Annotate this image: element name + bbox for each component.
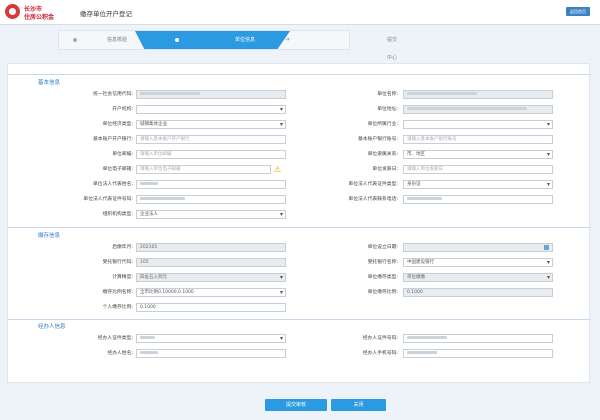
bank-code-field: 105: [136, 258, 286, 267]
label-legal-id-type: 单位法人代表证件类型:: [348, 182, 398, 187]
progress-steps: 信息校验 单位信息 ➜ 提交中心审核: [58, 30, 397, 79]
bank-name-select[interactable]: 中国建设银行: [403, 258, 553, 267]
agent-name-input[interactable]: [136, 349, 286, 358]
step-unit-info: 单位信息: [135, 31, 290, 49]
label-start-month: 启缴年月:: [112, 245, 133, 250]
label-basic-acct: 基本账户银行账号:: [358, 137, 398, 142]
calendar-icon[interactable]: [544, 245, 549, 250]
label-legal-id-no: 单位法人代表证件号码:: [83, 197, 133, 202]
label-bank-name: 受托银行名称:: [367, 260, 398, 265]
form-card: 基本信息 统一社会信用代码: 单位名称: 开户机构: 单位地址: 单位经济类型:…: [7, 63, 591, 383]
masked-value: [140, 197, 185, 200]
masked-value: [407, 351, 437, 354]
label-zip: 单位邮编:: [112, 152, 133, 157]
masked-value: [407, 92, 477, 95]
label-credit-code: 统一社会信用代码:: [93, 92, 133, 97]
personal-ratio-field: 0.1000: [136, 303, 286, 312]
unit-name-field: [403, 90, 553, 99]
label-deposit-type: 单位缴存类型:: [367, 275, 398, 280]
return-home-button[interactable]: 返回首页: [566, 7, 590, 16]
email-input[interactable]: 请输入单位电子邮箱: [136, 165, 271, 174]
label-address: 单位地址:: [377, 107, 398, 112]
legal-phone-input[interactable]: [403, 195, 553, 204]
label-setup-date: 单位设立日期:: [367, 245, 398, 250]
masked-value: [407, 336, 447, 339]
industry-select[interactable]: [403, 120, 553, 129]
legal-name-input[interactable]: [136, 180, 286, 189]
section-title-agent: 经办人信息: [38, 324, 66, 330]
label-agent-id-no: 经办人证件号码:: [362, 336, 398, 341]
label-org-type: 组织机构类型:: [102, 212, 133, 217]
precision-select[interactable]: 四舍五入到元: [136, 273, 286, 282]
agent-id-no-input[interactable]: [403, 334, 553, 343]
affiliation-select[interactable]: 市、地区: [403, 150, 553, 159]
label-ratio: 缴存比例名称:: [102, 290, 133, 295]
label-industry: 单位所属行业:: [367, 122, 398, 127]
org-type-select[interactable]: 企业法人: [136, 210, 286, 219]
basic-acct-input[interactable]: 请输入基本账户银行账号: [403, 135, 553, 144]
masked-value: [140, 351, 158, 354]
label-agent-id-type: 经办人证件类型:: [97, 336, 133, 341]
unit-ratio-field: 0.1000: [403, 288, 553, 297]
label-personal-ratio: 个人缴存比例:: [102, 305, 133, 310]
masked-value: [140, 336, 155, 339]
step-verify: 信息校验: [59, 31, 141, 49]
logo-icon: [5, 4, 20, 19]
deposit-type-select[interactable]: 单位缴缴: [403, 273, 553, 282]
label-bank: 开户机构:: [112, 107, 133, 112]
label-legal-name: 单位法人代表姓名:: [93, 182, 133, 187]
step-submit-review: 提交中心审核: [309, 31, 399, 79]
label-email: 单位电子邮箱:: [102, 167, 133, 172]
label-affiliation: 单位隶属关系:: [367, 152, 398, 157]
masked-value: [140, 92, 200, 95]
label-agent-phone: 经办人手机号码:: [362, 351, 398, 356]
step-dot-icon: [175, 38, 179, 42]
zip-input[interactable]: 请输入单位邮编: [136, 150, 286, 159]
label-econ-type: 单位经济类型:: [102, 122, 133, 127]
credit-code-field: [136, 90, 286, 99]
logo-text-org: 住房公积金: [24, 14, 55, 21]
section-title-basic: 基本信息: [38, 80, 61, 86]
ratio-select[interactable]: 全市比例0.10000,0.1000: [136, 288, 286, 297]
section-divider: [8, 74, 591, 75]
legal-id-no-input[interactable]: [136, 195, 286, 204]
submit-review-button[interactable]: 提交审核: [265, 399, 327, 411]
close-button[interactable]: 关闭: [331, 399, 386, 411]
label-legal-phone: 单位法人代表联系电话:: [348, 197, 398, 202]
legal-id-type-select[interactable]: 身份证: [403, 180, 553, 189]
masked-value: [407, 197, 442, 200]
setup-date-field[interactable]: [403, 243, 553, 252]
section-title-deposit: 缴存信息: [38, 233, 61, 239]
masked-value: [407, 107, 527, 110]
warning-icon: ⚠: [274, 165, 282, 174]
masked-value: [140, 182, 158, 185]
section-divider: [8, 319, 591, 320]
page-title: 缴存单位开户登记: [80, 10, 132, 18]
label-precision: 计算精度:: [112, 275, 133, 280]
label-agent-name: 经办人姓名:: [107, 351, 133, 356]
econ-type-select[interactable]: 城镇集体企业: [136, 120, 286, 129]
payday-input[interactable]: 请输入单位发薪日: [403, 165, 553, 174]
agent-id-type-select[interactable]: [136, 334, 286, 343]
label-bank-code: 受托银行代码:: [102, 260, 133, 265]
start-month-field: 202105: [136, 243, 286, 252]
bank-select[interactable]: [136, 105, 286, 114]
label-basic-bank: 基本账户开户银行:: [93, 137, 133, 142]
label-unit-name: 单位名称:: [377, 92, 398, 97]
step-dot-icon: [73, 38, 77, 42]
label-payday: 单位发薪日:: [372, 167, 398, 172]
address-field: [403, 105, 553, 114]
section-divider: [8, 227, 591, 228]
step-label: 信息校验: [107, 37, 128, 43]
step-arrow-icon: ➜: [285, 36, 291, 43]
agent-phone-input[interactable]: [403, 349, 553, 358]
step-label: 单位信息: [235, 37, 256, 43]
label-unit-ratio: 单位缴存比例:: [367, 290, 398, 295]
top-header: 长沙市 住房公积金 缴存单位开户登记 返回首页: [0, 0, 600, 25]
basic-bank-input[interactable]: 请输入基本账户开户银行: [136, 135, 286, 144]
